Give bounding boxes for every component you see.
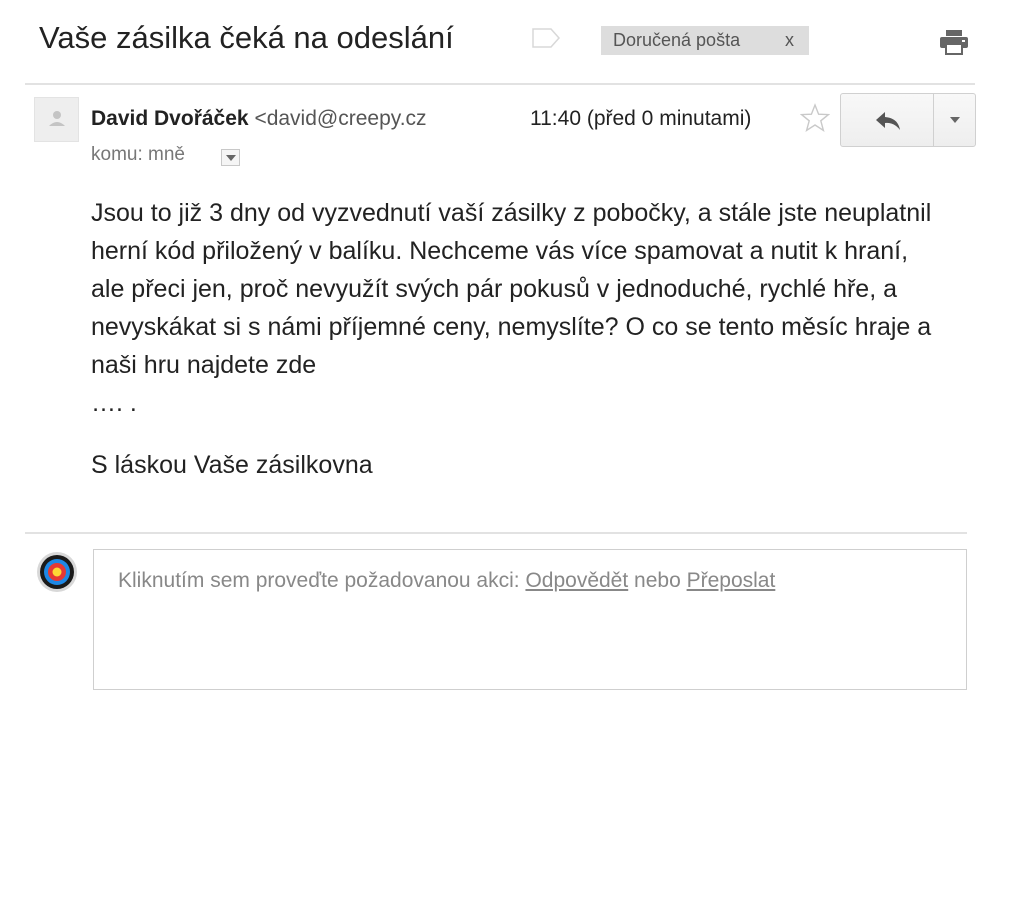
reply-arrow-icon [876,112,900,130]
recipient-line: komu: mně [91,144,185,165]
reply-button[interactable] [840,93,934,147]
quick-reply-prompt-text: Kliknutím sem proveďte požadovanou akci: [118,569,526,592]
caret-down-icon [950,117,960,123]
email-subject: Vaše zásilka čeká na odeslání [39,20,454,55]
sender-email: <david@creepy.cz [254,107,427,130]
email-timestamp: 11:40 (před 0 minutami) [530,107,752,130]
recipient-details-toggle[interactable] [221,149,240,166]
header-divider [25,83,975,85]
forward-link[interactable]: Přeposlat [687,569,776,592]
email-body-paragraph: Jsou to již 3 dny od vyzvednutí vaší zás… [91,199,932,417]
email-signature: S láskou Vaše zásilkovna [91,451,373,479]
quick-reply-or-text: nebo [628,569,687,592]
label-outline-icon[interactable] [531,27,561,49]
printer-icon[interactable] [938,28,970,56]
target-icon [37,552,77,592]
email-body: Jsou to již 3 dny od vyzvednutí vaší zás… [91,194,941,484]
sender-name[interactable]: David Dvořáček [91,107,249,130]
quick-reply-prompt: Kliknutím sem proveďte požadovanou akci:… [118,569,775,593]
body-divider [25,532,967,534]
label-chip-text: Doručená pošta [613,30,741,50]
quick-reply-box[interactable]: Kliknutím sem proveďte požadovanou akci:… [93,549,967,690]
remove-label-button[interactable]: x [785,30,794,51]
email-header: Vaše zásilka čeká na odeslání Doručená p… [0,0,1014,84]
label-chip-inbox: Doručená pošta x [601,26,809,55]
sender-avatar [34,97,79,142]
person-icon [49,111,65,126]
sender-line: David Dvořáček <david@creepy.cz [91,107,427,131]
reply-link[interactable]: Odpovědět [525,569,628,592]
star-outline-icon[interactable] [800,103,830,133]
more-actions-button[interactable] [933,93,976,147]
caret-down-icon [226,155,236,161]
